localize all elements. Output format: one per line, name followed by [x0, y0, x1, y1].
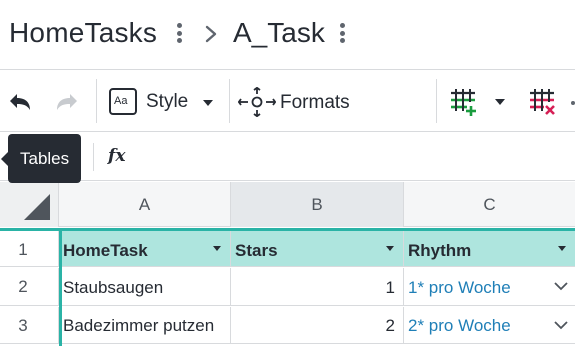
formats-button[interactable]: Formats — [238, 83, 358, 121]
redo-icon[interactable] — [53, 89, 81, 115]
page-menu-icon[interactable] — [339, 23, 345, 45]
chevron-down-icon[interactable] — [554, 281, 568, 291]
column-header-c[interactable]: C — [404, 182, 575, 227]
cell-rhythm-value: 2* pro Woche — [408, 316, 511, 335]
cell-rhythm-value: 1* pro Woche — [408, 278, 511, 297]
row-header-1[interactable]: 1 — [0, 231, 59, 266]
delete-row-icon — [530, 89, 555, 115]
column-header-b[interactable]: B — [231, 182, 404, 227]
column-header-row: A B C — [0, 182, 575, 227]
cell-rhythm-dropdown[interactable]: 1* pro Woche — [404, 268, 575, 305]
insert-row-icon — [451, 89, 476, 116]
style-button[interactable]: Aa Style — [109, 85, 219, 119]
tables-tooltip: Tables — [8, 134, 81, 183]
formats-label: Formats — [280, 92, 350, 113]
cell-hometask[interactable]: Badezimmer putzen — [59, 307, 231, 343]
table-header-hometask[interactable]: HomeTask — [59, 231, 231, 266]
breadcrumb-chevron-icon — [205, 25, 217, 43]
undo-icon[interactable] — [6, 89, 34, 115]
document-title[interactable]: HomeTasks — [9, 16, 157, 50]
cell-rhythm-dropdown[interactable]: 2* pro Woche — [404, 307, 575, 343]
table-left-border — [59, 228, 62, 346]
table-header-label: Rhythm — [408, 241, 472, 260]
formats-icon — [238, 87, 276, 117]
document-header: HomeTasks A_Task — [0, 0, 575, 70]
table-header-stars[interactable]: Stars — [231, 231, 404, 266]
cell-hometask[interactable]: Staubsaugen — [59, 268, 231, 305]
filter-caret-icon[interactable] — [558, 246, 566, 251]
filter-caret-icon[interactable] — [386, 246, 394, 251]
document-menu-icon[interactable] — [176, 23, 182, 45]
fx-icon: fx — [108, 146, 126, 166]
cell-stars[interactable]: 1 — [231, 268, 404, 305]
spreadsheet-grid: A B C 1 HomeTask Stars Rhythm 2 Staubsau… — [0, 182, 575, 346]
toolbar-overflow-icon[interactable] — [571, 101, 575, 105]
column-header-a[interactable]: A — [59, 182, 231, 227]
table-row: 2 Staubsaugen 1 1* pro Woche — [0, 268, 575, 306]
style-label: Style — [146, 91, 189, 112]
select-all-icon — [24, 194, 50, 220]
row-header-3[interactable]: 3 — [0, 307, 59, 343]
formula-bar[interactable]: fx — [0, 133, 575, 181]
toolbar-divider — [96, 79, 97, 123]
table-header-rhythm[interactable]: Rhythm — [404, 231, 575, 266]
delete-row-button[interactable] — [528, 85, 558, 119]
table-row: 3 Badezimmer putzen 2 2* pro Woche — [0, 307, 575, 344]
select-all-corner[interactable] — [0, 182, 59, 227]
toolbar-divider — [436, 79, 437, 123]
toolbar: Aa Style Formats — [0, 71, 575, 132]
toolbar-divider — [229, 79, 230, 123]
row-header-2[interactable]: 2 — [0, 268, 59, 305]
cell-stars[interactable]: 2 — [231, 307, 404, 343]
formula-divider — [93, 143, 94, 171]
style-icon: Aa — [109, 88, 137, 115]
insert-dropdown-caret-icon[interactable] — [495, 99, 505, 105]
filter-caret-icon[interactable] — [213, 246, 221, 251]
page-title[interactable]: A_Task — [233, 16, 325, 50]
table-header-row: 1 HomeTask Stars Rhythm — [0, 228, 575, 267]
style-dropdown-caret-icon[interactable] — [203, 100, 213, 106]
chevron-down-icon[interactable] — [554, 320, 568, 330]
table-header-label: Stars — [235, 241, 278, 260]
insert-row-button[interactable] — [449, 85, 509, 119]
table-header-label: HomeTask — [63, 241, 148, 260]
